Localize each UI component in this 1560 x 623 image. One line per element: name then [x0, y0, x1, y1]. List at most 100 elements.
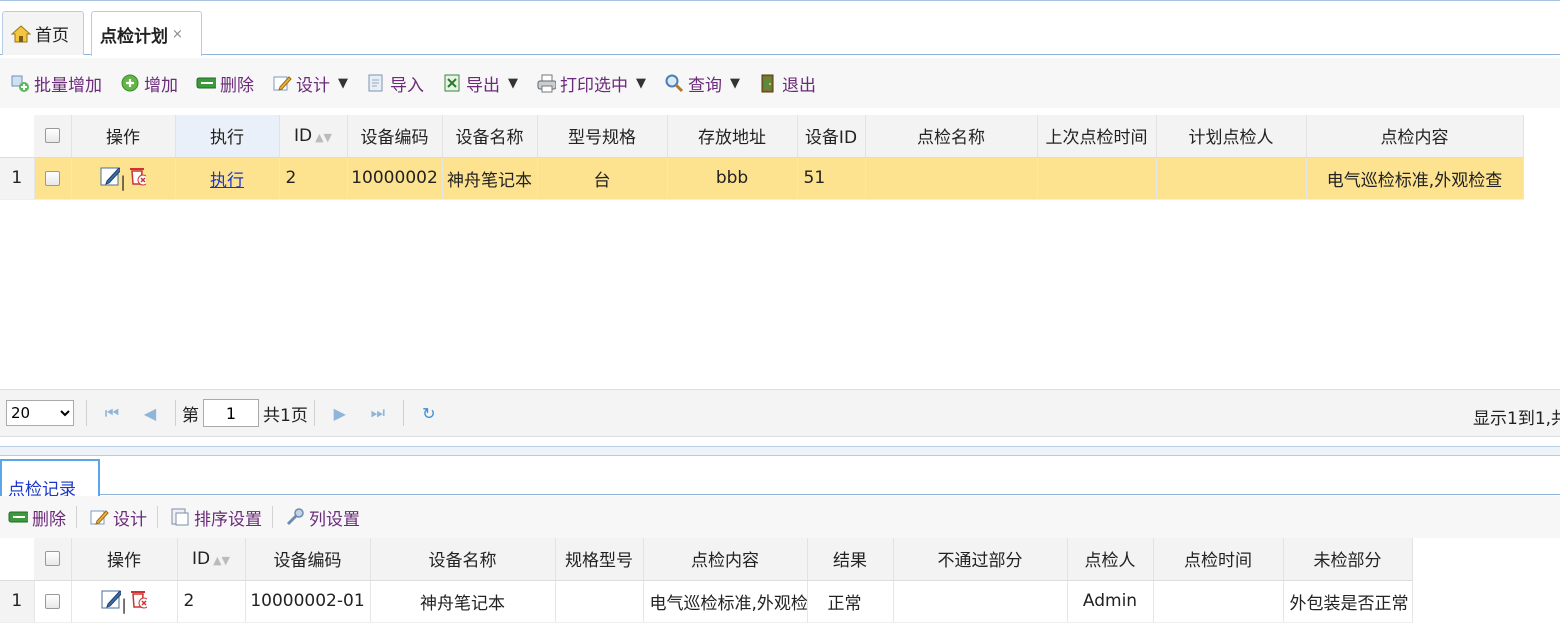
print-selected-label: 打印选中	[560, 75, 628, 96]
cell-id: 2	[177, 580, 246, 623]
cell-device-id: 51	[797, 157, 866, 200]
last-page-icon[interactable]: ⏭	[359, 403, 397, 423]
page-prefix: 第	[182, 405, 199, 426]
page-number-input[interactable]	[203, 399, 259, 427]
table-row[interactable]: 1 | 执行 2 10000002 神舟笔记本 台 bbb 51 电气巡检标准,…	[0, 157, 1524, 200]
cell-unchecked: 外包装是否正常	[1283, 580, 1413, 623]
delete-trash-icon[interactable]	[127, 588, 147, 608]
prev-page-icon[interactable]: ◀	[131, 404, 169, 423]
header-checkbox[interactable]	[34, 538, 72, 581]
header-device-name: 设备名称	[370, 538, 556, 581]
divider	[402, 400, 404, 426]
divider	[86, 400, 87, 426]
select-all-checkbox[interactable]	[44, 128, 60, 144]
query-button[interactable]: 查询 ▼	[654, 68, 748, 98]
sort-settings-icon	[170, 507, 190, 527]
import-button[interactable]: 导入	[356, 68, 432, 98]
page-total: 共1页	[263, 405, 308, 426]
cell-device-code: 10000002-01	[245, 580, 371, 623]
row-number: 1	[0, 157, 35, 200]
select-all-checkbox[interactable]	[44, 551, 60, 567]
header-fail-part: 不通过部分	[893, 538, 1068, 581]
minus-icon	[8, 507, 28, 527]
sort-settings-button[interactable]: 排序设置	[160, 502, 270, 532]
records-delete-button[interactable]: 删除	[0, 502, 74, 532]
divider	[76, 506, 77, 528]
header-checker: 点检人	[1067, 538, 1154, 581]
edit-icon[interactable]	[100, 166, 121, 186]
printer-icon	[536, 73, 556, 93]
divider	[313, 400, 315, 426]
first-page-icon[interactable]: ⏮	[93, 403, 131, 423]
chevron-down-icon[interactable]: ▼	[636, 76, 646, 91]
design-button[interactable]: 设计 ▼	[262, 68, 356, 98]
import-label: 导入	[390, 75, 424, 96]
header-operation: 操作	[71, 538, 178, 581]
tab-inspection-plan[interactable]: 点检计划 ×	[91, 11, 202, 56]
home-icon	[11, 24, 31, 44]
grid-header-row: 操作 ID ▲▼ 设备编码 设备名称 规格型号 点检内容 结果 不通过部分 点检人…	[0, 538, 1413, 581]
record-tab-strip: 点检记录	[0, 457, 1560, 500]
divider	[272, 506, 273, 528]
excel-icon	[442, 73, 462, 93]
header-check-name: 点检名称	[865, 115, 1038, 158]
chevron-down-icon[interactable]: ▼	[730, 76, 740, 91]
cell-checker: Admin	[1067, 580, 1154, 623]
tab-home[interactable]: 首页	[2, 11, 84, 55]
delete-label: 删除	[220, 75, 254, 96]
header-id[interactable]: ID ▲▼	[279, 115, 348, 158]
delete-button[interactable]: 删除	[186, 68, 262, 98]
row-checkbox[interactable]	[45, 593, 60, 609]
header-id[interactable]: ID ▲▼	[177, 538, 246, 581]
refresh-icon[interactable]: ↻	[410, 404, 448, 423]
records-design-button[interactable]: 设计	[79, 502, 155, 532]
column-settings-button[interactable]: 列设置	[275, 502, 368, 532]
page-size-select[interactable]: 20	[6, 400, 74, 426]
panel-splitter[interactable]	[0, 446, 1560, 456]
header-unchecked: 未检部分	[1283, 538, 1413, 581]
execute-link-cell[interactable]: 执行	[175, 157, 280, 200]
sort-icon[interactable]: ▲▼	[315, 131, 332, 144]
plan-toolbar: 批量增加 增加 删除 设计 ▼ 导入 导出 ▼ 打印选中 ▼ 查询 ▼ 退出	[0, 58, 1560, 108]
exit-button[interactable]: 退出	[748, 68, 824, 98]
batch-add-icon	[10, 73, 30, 93]
table-row[interactable]: 1 | 2 10000002-01 神舟笔记本 电气巡检标准,外观检查 正常 A…	[0, 580, 1413, 623]
execute-link[interactable]: 执行	[210, 171, 244, 191]
pagination-bar: 20 ⏮ ◀ 第 共1页 ▶ ⏭ ↻ 显示1到1,共1记录	[0, 389, 1560, 437]
close-icon[interactable]: ×	[172, 27, 183, 42]
divider	[175, 400, 176, 426]
export-button[interactable]: 导出 ▼	[432, 68, 526, 98]
next-page-icon[interactable]: ▶	[321, 404, 359, 423]
batch-add-button[interactable]: 批量增加	[0, 68, 110, 98]
header-check-time: 点检时间	[1153, 538, 1284, 581]
row-checkbox-cell[interactable]	[34, 580, 72, 623]
header-location: 存放地址	[667, 115, 798, 158]
row-checkbox[interactable]	[45, 170, 60, 186]
add-button[interactable]: 增加	[110, 68, 186, 98]
cell-device-code: 10000002	[347, 157, 443, 200]
cell-device-name: 神舟笔记本	[442, 157, 538, 200]
pencil-icon	[272, 73, 292, 93]
chevron-down-icon[interactable]: ▼	[508, 76, 518, 91]
header-checkbox[interactable]	[34, 115, 72, 158]
print-selected-button[interactable]: 打印选中 ▼	[526, 68, 654, 98]
records-toolbar: 删除 设计 排序设置 列设置	[0, 496, 1560, 538]
tab-inspection-records[interactable]: 点检记录	[0, 459, 100, 500]
delete-trash-icon[interactable]	[126, 165, 146, 185]
records-delete-label: 删除	[32, 509, 66, 530]
row-number: 1	[0, 580, 35, 623]
edit-icon[interactable]	[101, 589, 122, 609]
sort-icon[interactable]: ▲▼	[213, 554, 230, 567]
search-icon	[664, 73, 684, 93]
row-checkbox-cell[interactable]	[34, 157, 72, 200]
export-label: 导出	[466, 75, 500, 96]
cell-planner	[1156, 157, 1307, 200]
header-content: 点检内容	[1306, 115, 1524, 158]
header-planner: 计划点检人	[1156, 115, 1307, 158]
tab-inspection-plan-label: 点检计划	[100, 26, 168, 47]
row-operations: |	[71, 157, 176, 200]
header-device-name: 设备名称	[442, 115, 538, 158]
add-label: 增加	[144, 75, 178, 96]
header-execute: 执行	[175, 115, 280, 158]
chevron-down-icon[interactable]: ▼	[338, 76, 348, 91]
